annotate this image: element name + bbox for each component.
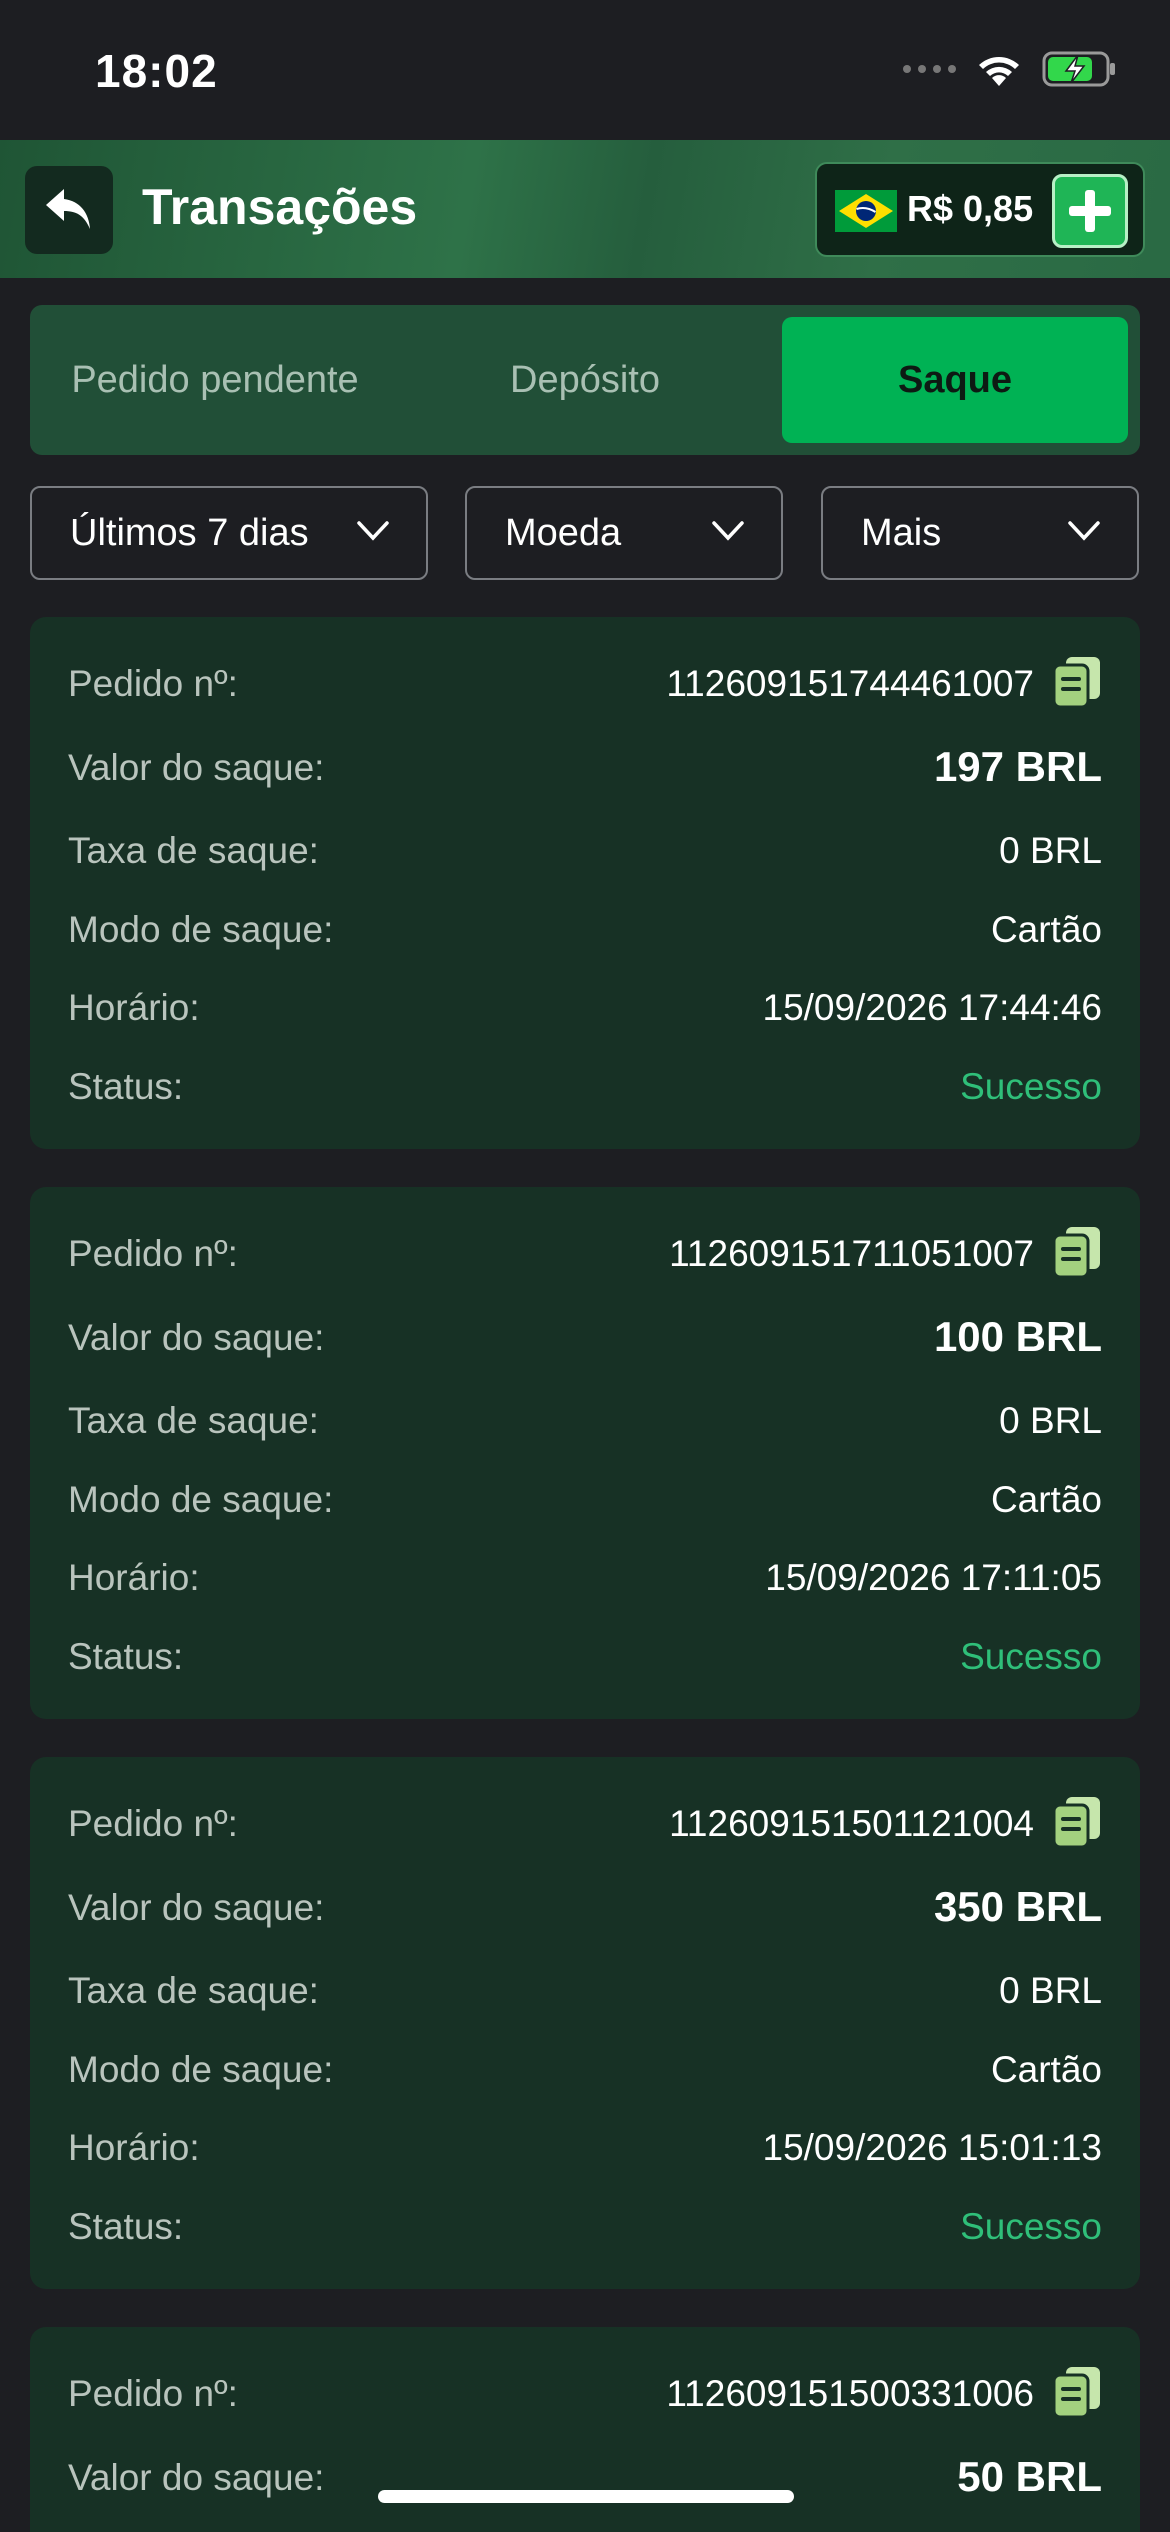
transaction-time: 15/09/2026 17:11:05 — [765, 1557, 1102, 1598]
currency-filter[interactable]: Moeda — [465, 486, 783, 580]
withdraw-amount: 197 BRL — [933, 743, 1102, 790]
chevron-down-icon — [357, 521, 389, 541]
status-value: Sucesso — [960, 1066, 1102, 1107]
currency-filter-label: Moeda — [505, 511, 622, 554]
back-arrow-icon — [46, 189, 90, 229]
mode-row: Modo de saque: Cartão — [68, 901, 1102, 961]
withdraw-mode: Cartão — [990, 1479, 1102, 1520]
status-row: Status: Sucesso — [68, 1628, 1102, 1688]
mode-row: Modo de saque: Cartão — [68, 2041, 1102, 2101]
status-icons — [903, 50, 1118, 88]
plus-icon — [1069, 190, 1111, 232]
time-row: Horário: 15/09/2026 15:01:13 — [68, 2119, 1102, 2179]
amount-row: Valor do saque: 197 BRL — [68, 739, 1102, 799]
status-label: Status: — [68, 1636, 184, 1677]
order-number: 112609151500331006 — [666, 2373, 1034, 2414]
withdraw-mode: Cartão — [990, 2049, 1102, 2090]
status-row: Status: Sucesso — [68, 1058, 1102, 1118]
status-bar: 18:02 — [0, 0, 1170, 140]
status-value: Sucesso — [960, 1636, 1102, 1677]
time-label: Horário: — [68, 1557, 200, 1598]
page-title: Transações — [142, 179, 418, 235]
app-header: Transações R$ 0,85 — [0, 140, 1170, 278]
withdraw-amount: 100 BRL — [933, 1313, 1102, 1360]
copy-icon[interactable] — [1052, 2365, 1102, 2419]
back-button[interactable] — [25, 166, 113, 254]
fee-label: Taxa de saque: — [68, 1400, 319, 1441]
chevron-down-icon — [712, 521, 744, 541]
withdraw-fee: 0 BRL — [999, 1400, 1102, 1441]
tab-pending-order[interactable]: Pedido pendente — [30, 317, 400, 443]
transaction-time: 15/09/2026 15:01:13 — [762, 2127, 1103, 2168]
status-label: Status: — [68, 2206, 184, 2247]
status-time: 18:02 — [95, 45, 218, 97]
period-filter[interactable]: Últimos 7 dias — [30, 486, 428, 580]
home-indicator[interactable] — [378, 2490, 794, 2503]
withdraw-mode: Cartão — [990, 909, 1102, 950]
time-row: Horário: 15/09/2026 17:11:05 — [68, 1549, 1102, 1609]
order-row: Pedido nº: 112609151744461007 — [68, 655, 1102, 715]
transaction-card: Pedido nº: 112609151744461007 Valor do s… — [30, 617, 1140, 1149]
period-filter-label: Últimos 7 dias — [70, 511, 309, 554]
order-label: Pedido nº: — [68, 1803, 238, 1844]
fee-label: Taxa de saque: — [68, 830, 319, 871]
amount-row: Valor do saque: 100 BRL — [68, 1309, 1102, 1369]
battery-icon — [1042, 51, 1115, 87]
order-number: 112609151501121004 — [669, 1803, 1034, 1844]
transaction-type-tabs: Pedido pendente Depósito Saque — [30, 305, 1140, 455]
copy-icon[interactable] — [1052, 1225, 1102, 1279]
time-row: Horário: 15/09/2026 17:44:46 — [68, 979, 1102, 1039]
order-row: Pedido nº: 112609151711051007 — [68, 1225, 1102, 1285]
order-number: 112609151744461007 — [666, 663, 1034, 704]
amount-label: Valor do saque: — [68, 1887, 325, 1928]
transaction-time: 15/09/2026 17:44:46 — [762, 987, 1103, 1028]
transaction-card: Pedido nº: 112609151501121004 Valor do s… — [30, 1757, 1140, 2289]
order-row: Pedido nº: 112609151501121004 — [68, 1795, 1102, 1855]
add-balance-button[interactable] — [1052, 174, 1128, 248]
mode-label: Modo de saque: — [68, 1479, 334, 1520]
withdraw-fee: 0 BRL — [999, 830, 1102, 871]
mode-label: Modo de saque: — [68, 2049, 334, 2090]
transaction-card: Pedido nº: 112609151711051007 Valor do s… — [30, 1187, 1140, 1719]
amount-label: Valor do saque: — [68, 1317, 325, 1358]
wifi-icon — [979, 57, 1019, 86]
status-value: Sucesso — [960, 2206, 1102, 2247]
withdraw-fee: 0 BRL — [999, 1970, 1102, 2011]
more-filter-label: Mais — [861, 511, 942, 554]
order-row: Pedido nº: 112609151500331006 — [68, 2365, 1102, 2425]
amount-label: Valor do saque: — [68, 747, 325, 788]
fee-row: Taxa de saque: 0 BRL — [68, 1392, 1102, 1452]
brazil-flag-icon — [835, 190, 897, 232]
time-label: Horário: — [68, 2127, 200, 2168]
fee-row: Taxa de saque: 0 BRL — [68, 1962, 1102, 2022]
withdraw-amount: 50 BRL — [957, 2453, 1102, 2500]
status-row: Status: Sucesso — [68, 2198, 1102, 2258]
more-filter[interactable]: Mais — [821, 486, 1139, 580]
amount-row: Valor do saque: 350 BRL — [68, 1879, 1102, 1939]
copy-icon[interactable] — [1052, 1795, 1102, 1849]
order-label: Pedido nº: — [68, 663, 238, 704]
copy-icon[interactable] — [1052, 655, 1102, 709]
fee-label: Taxa de saque: — [68, 1970, 319, 2011]
tab-deposit[interactable]: Depósito — [400, 317, 770, 443]
fee-row: Taxa de saque: 0 BRL — [68, 822, 1102, 882]
order-number: 112609151711051007 — [669, 1233, 1034, 1274]
order-label: Pedido nº: — [68, 1233, 238, 1274]
time-label: Horário: — [68, 987, 200, 1028]
balance-box: R$ 0,85 — [815, 162, 1145, 257]
mode-label: Modo de saque: — [68, 909, 334, 950]
order-label: Pedido nº: — [68, 2373, 238, 2414]
chevron-down-icon — [1068, 521, 1100, 541]
balance-amount: R$ 0,85 — [907, 188, 1034, 229]
withdraw-amount: 350 BRL — [933, 1883, 1102, 1930]
mode-row: Modo de saque: Cartão — [68, 1471, 1102, 1531]
status-label: Status: — [68, 1066, 184, 1107]
tab-withdraw[interactable]: Saque — [782, 317, 1128, 443]
amount-label: Valor do saque: — [68, 2457, 325, 2498]
signal-icon — [903, 65, 956, 73]
